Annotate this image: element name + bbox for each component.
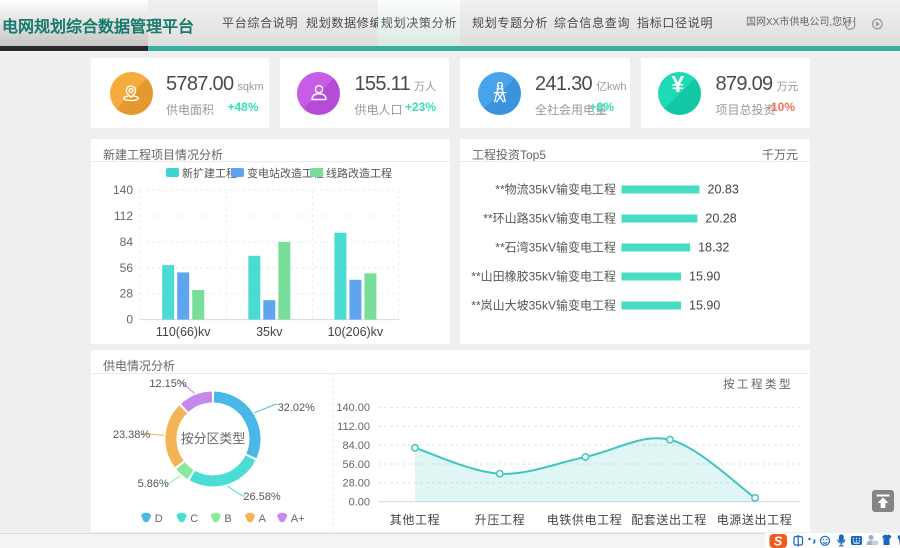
svg-text:S: S bbox=[774, 534, 783, 548]
svg-text:线路改造工程: 线路改造工程 bbox=[326, 166, 392, 180]
svg-text:**环山路35kV输变电工程: **环山路35kV输变电工程 bbox=[483, 210, 616, 225]
svg-text:20.28: 20.28 bbox=[705, 211, 736, 225]
svg-text:15.90: 15.90 bbox=[689, 269, 720, 283]
svg-text:35kv: 35kv bbox=[256, 325, 283, 339]
svg-text:112: 112 bbox=[114, 209, 133, 223]
svg-text:A: A bbox=[259, 513, 267, 525]
svg-text:B: B bbox=[224, 513, 231, 525]
svg-text:23.38%: 23.38% bbox=[113, 429, 151, 441]
svg-text:56: 56 bbox=[120, 260, 134, 274]
svg-text:10(206)kv: 10(206)kv bbox=[328, 325, 384, 339]
svg-text:12.15%: 12.15% bbox=[149, 378, 187, 390]
svg-text:140: 140 bbox=[113, 183, 133, 197]
svg-text:112.00: 112.00 bbox=[337, 421, 370, 433]
svg-text:D: D bbox=[155, 513, 163, 525]
svg-text:**石湾35kV输变电工程: **石湾35kV输变电工程 bbox=[495, 239, 616, 254]
svg-text:按分区类型: 按分区类型 bbox=[181, 431, 246, 446]
svg-text:32.02%: 32.02% bbox=[278, 402, 316, 414]
svg-text:28.00: 28.00 bbox=[342, 478, 370, 490]
svg-text:电源送出工程: 电源送出工程 bbox=[717, 512, 793, 527]
svg-text:C: C bbox=[190, 513, 198, 525]
svg-text:15.90: 15.90 bbox=[689, 298, 720, 312]
svg-text:84: 84 bbox=[120, 234, 134, 248]
svg-text:配套送出工程: 配套送出工程 bbox=[631, 512, 707, 527]
svg-text:0.00: 0.00 bbox=[349, 497, 370, 509]
svg-text:电铁供电工程: 电铁供电工程 bbox=[547, 512, 623, 527]
svg-text:20.83: 20.83 bbox=[708, 182, 739, 196]
svg-text:其他工程: 其他工程 bbox=[390, 512, 440, 527]
svg-text:28: 28 bbox=[120, 286, 134, 300]
svg-text:**岚山大坡35kV输变电工程: **岚山大坡35kV输变电工程 bbox=[471, 297, 616, 312]
svg-text:56.00: 56.00 bbox=[342, 459, 370, 471]
svg-text:A+: A+ bbox=[291, 513, 305, 525]
svg-text:26.58%: 26.58% bbox=[243, 491, 281, 503]
svg-text:84.00: 84.00 bbox=[342, 440, 370, 452]
svg-text:140.00: 140.00 bbox=[336, 402, 370, 414]
svg-text:**山田橡胶35kV输变电工程: **山田橡胶35kV输变电工程 bbox=[471, 268, 616, 283]
svg-text:**物流35kV输变电工程: **物流35kV输变电工程 bbox=[495, 181, 616, 196]
svg-text:按工程类型: 按工程类型 bbox=[723, 377, 793, 391]
svg-text:新扩建工程: 新扩建工程 bbox=[182, 166, 237, 180]
svg-text:110(66)kv: 110(66)kv bbox=[156, 325, 211, 339]
svg-text:5.86%: 5.86% bbox=[138, 478, 169, 490]
svg-text:0: 0 bbox=[126, 312, 133, 326]
svg-text:18.32: 18.32 bbox=[698, 240, 729, 254]
svg-text:升压工程: 升压工程 bbox=[475, 512, 525, 527]
